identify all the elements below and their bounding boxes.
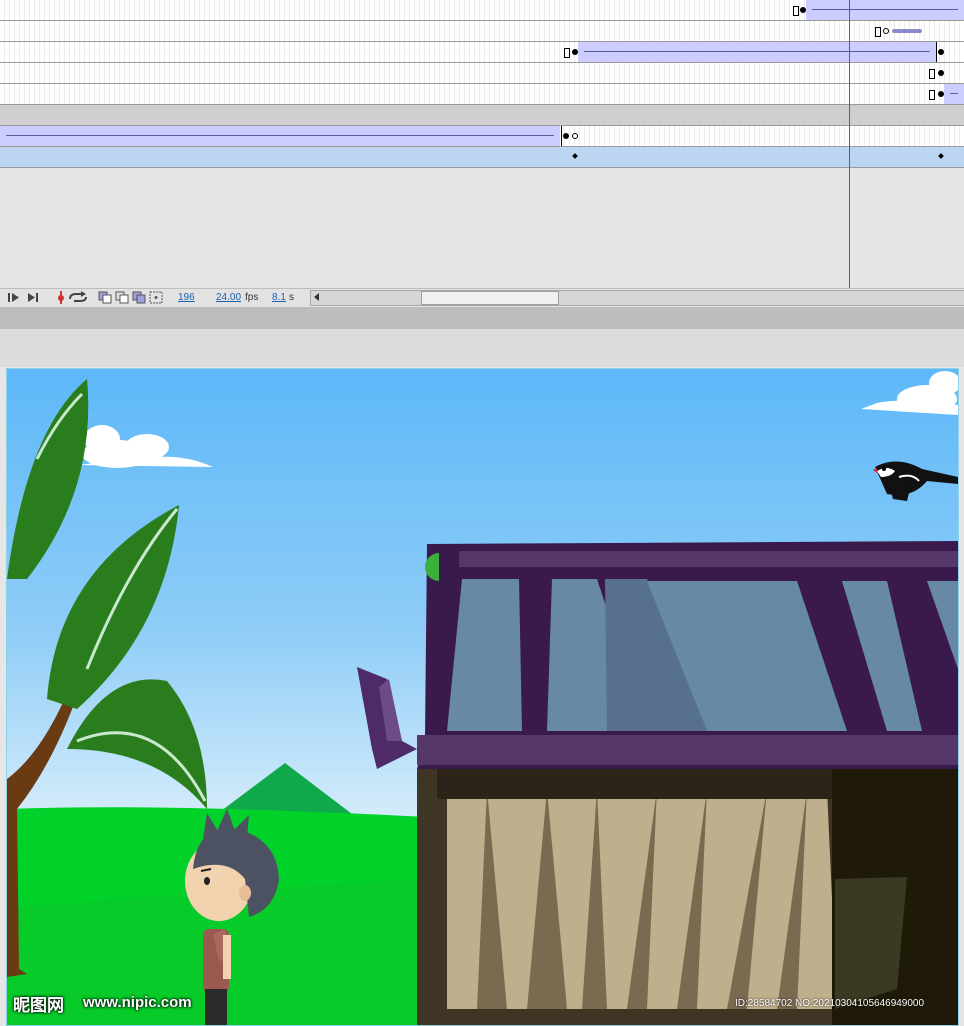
end-frame-marker bbox=[929, 69, 935, 79]
keyframe-diamond[interactable] bbox=[572, 153, 578, 159]
swallow-bird bbox=[873, 461, 958, 501]
go-to-end-icon[interactable] bbox=[26, 291, 42, 304]
scroll-left-arrow-icon[interactable] bbox=[314, 293, 319, 301]
timeline-controls: 196 24.00 fps 8.1 s bbox=[0, 288, 964, 308]
loop-icon[interactable] bbox=[68, 291, 88, 304]
end-frame-marker bbox=[564, 48, 570, 58]
onion-outline-icon[interactable] bbox=[115, 291, 129, 304]
keyframe[interactable] bbox=[563, 133, 569, 139]
timeline-layer-row[interactable] bbox=[0, 63, 964, 84]
elapsed-time-value[interactable]: 8.1 bbox=[272, 292, 286, 303]
timeline-layer-row-selected[interactable] bbox=[0, 147, 964, 168]
panel-divider[interactable] bbox=[0, 307, 964, 329]
cloud-left bbox=[77, 425, 213, 468]
cloud-right bbox=[861, 371, 958, 415]
end-frame-marker bbox=[929, 90, 935, 100]
keyframe[interactable] bbox=[938, 49, 944, 55]
scene-artwork bbox=[7, 371, 958, 1025]
empty-keyframe[interactable] bbox=[572, 133, 578, 139]
motion-tween[interactable] bbox=[0, 126, 560, 146]
empty-keyframe[interactable] bbox=[883, 28, 889, 34]
frame-rate-value[interactable]: 24.00 bbox=[216, 292, 241, 303]
watermark-url: www.nipic.com bbox=[83, 994, 192, 1011]
stage-canvas[interactable]: 昵图网 www.nipic.com ID:28584702 NO:2021030… bbox=[6, 368, 959, 1026]
motion-tween[interactable] bbox=[806, 0, 964, 20]
green-hill bbox=[217, 763, 352, 814]
modify-markers-icon[interactable] bbox=[149, 291, 163, 304]
current-frame[interactable]: 196 bbox=[178, 292, 195, 303]
timeline-layer-row[interactable] bbox=[0, 84, 964, 105]
timeline-layer-row[interactable] bbox=[0, 105, 964, 126]
pasteboard bbox=[0, 329, 964, 367]
keyframe-diamond[interactable] bbox=[938, 153, 944, 159]
timeline-layer-row[interactable] bbox=[0, 0, 964, 21]
motion-tween[interactable] bbox=[944, 84, 964, 104]
frame-boundary bbox=[561, 126, 562, 146]
step-forward-icon[interactable] bbox=[6, 291, 22, 304]
frame-rate-unit: fps bbox=[245, 292, 259, 303]
elapsed-time-unit: s bbox=[289, 292, 294, 303]
keyframe[interactable] bbox=[938, 70, 944, 76]
watermark-id: ID:28584702 NO:20210304105646949000 bbox=[735, 998, 925, 1009]
tree-leaf bbox=[67, 679, 207, 809]
edit-multiple-frames-icon[interactable] bbox=[132, 291, 146, 304]
timeline-layer-row[interactable] bbox=[0, 21, 964, 42]
timeline-layer-row[interactable] bbox=[0, 42, 964, 63]
timeline-layer-row[interactable] bbox=[0, 126, 964, 147]
frame-boundary bbox=[936, 42, 937, 62]
timeline-panel[interactable] bbox=[0, 0, 964, 290]
audio-waveform bbox=[892, 29, 922, 33]
add-keyframe-icon[interactable] bbox=[55, 291, 67, 304]
playhead[interactable] bbox=[849, 0, 850, 290]
tree-leaf bbox=[7, 379, 89, 579]
timeline-horizontal-scrollbar[interactable] bbox=[310, 290, 964, 306]
onion-skin-icon[interactable] bbox=[98, 291, 112, 304]
end-frame-marker bbox=[793, 6, 799, 16]
scrollbar-thumb[interactable] bbox=[421, 291, 559, 305]
watermark-brand: 昵图网 bbox=[13, 996, 64, 1015]
end-frame-marker bbox=[875, 27, 881, 37]
motion-tween[interactable] bbox=[578, 42, 936, 62]
